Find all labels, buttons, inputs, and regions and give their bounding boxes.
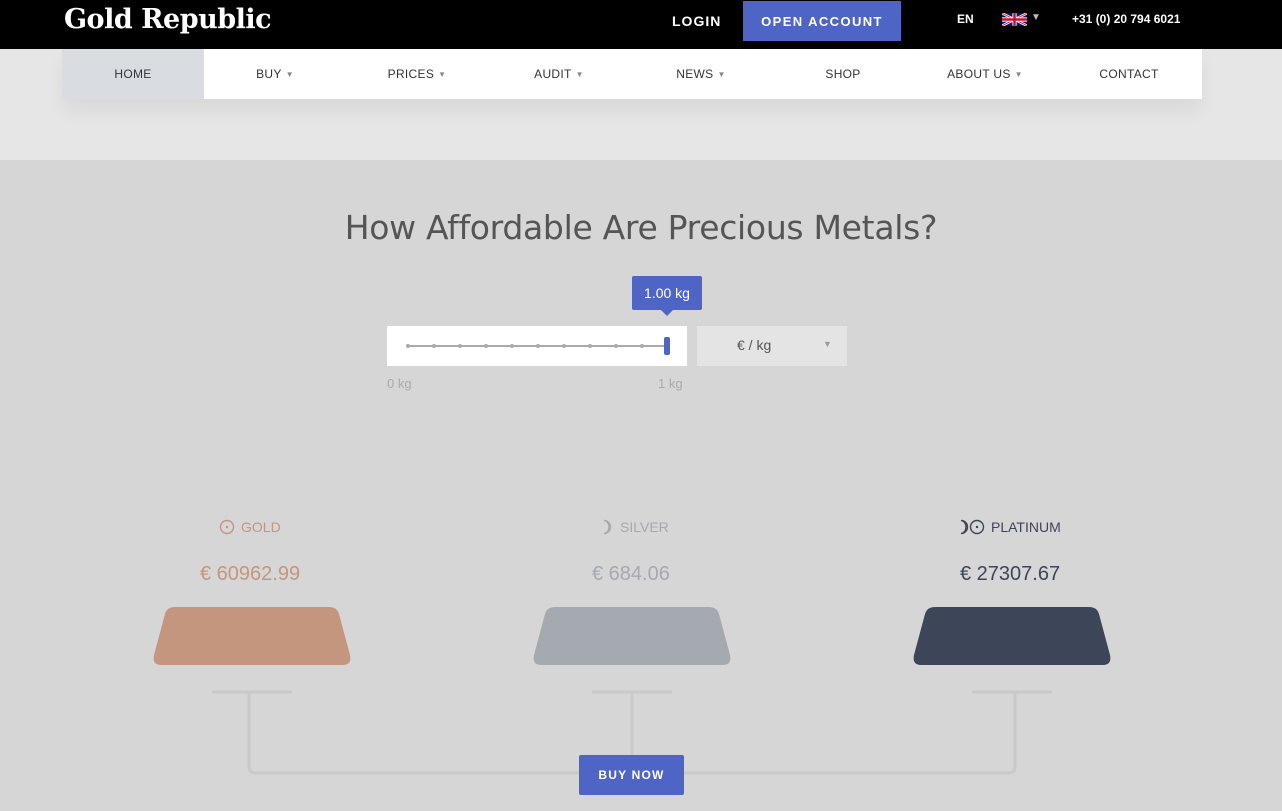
gold-label: GOLD — [219, 519, 281, 535]
top-bar: Gold Republic LOGIN OPEN ACCOUNT EN ▼ +3… — [0, 0, 1282, 49]
main-nav: HOME BUY ▼ PRICES ▼ AUDIT ▼ NEWS ▼ SHOP ABOU… — [62, 49, 1202, 99]
metal-name: PLATINUM — [991, 519, 1061, 535]
slider-tick — [562, 344, 566, 348]
silver-symbol-icon — [603, 519, 612, 535]
slider-value-tooltip: 1.00 kg — [632, 276, 702, 316]
nav-item-shop[interactable]: SHOP — [772, 49, 914, 99]
slider-max-label: 1 kg — [658, 376, 683, 391]
slider-tick — [432, 344, 436, 348]
phone-number[interactable]: +31 (0) 20 794 6021 — [1072, 12, 1180, 26]
gold-symbol-icon — [219, 519, 235, 535]
nav-item-prices[interactable]: PRICES ▼ — [346, 49, 488, 99]
metal-name: GOLD — [241, 519, 281, 535]
slider-tick — [458, 344, 462, 348]
slider-tick — [614, 344, 618, 348]
platinum-price: € 27307.67 — [960, 563, 1061, 585]
nav-item-label: ABOUT US — [947, 67, 1011, 81]
chevron-down-icon[interactable]: ▼ — [1031, 12, 1041, 23]
chevron-down-icon: ▼ — [823, 339, 832, 349]
nav-item-label: PRICES — [387, 67, 435, 81]
silver-price: € 684.06 — [592, 563, 670, 585]
chevron-down-icon: ▼ — [1014, 69, 1023, 79]
language-selector[interactable]: EN — [957, 12, 974, 26]
logo[interactable]: Gold Republic — [64, 4, 272, 35]
nav-item-label: SHOP — [825, 67, 861, 81]
platinum-label: PLATINUM — [959, 519, 1061, 535]
nav-item-audit[interactable]: AUDIT ▼ — [488, 49, 630, 99]
nav-item-buy[interactable]: BUY ▼ — [204, 49, 346, 99]
slider-handle[interactable] — [664, 337, 670, 355]
nav-item-news[interactable]: NEWS ▼ — [630, 49, 772, 99]
nav-item-contact[interactable]: CONTACT — [1056, 49, 1202, 99]
chevron-down-icon: ▼ — [717, 69, 726, 79]
slider-tick — [484, 344, 488, 348]
slider-tick — [406, 344, 410, 348]
gold-bar[interactable] — [153, 607, 351, 665]
nav-item-label: NEWS — [676, 67, 714, 81]
platinum-bar[interactable] — [913, 607, 1111, 665]
nav-item-label: CONTACT — [1099, 67, 1159, 81]
nav-item-about-us[interactable]: ABOUT US ▼ — [914, 49, 1056, 99]
page-title: How Affordable Are Precious Metals? — [344, 208, 938, 247]
silver-label: SILVER — [600, 519, 669, 535]
gold-price: € 60962.99 — [200, 563, 301, 585]
slider-tick — [588, 344, 592, 348]
unit-select-value: € / kg — [737, 337, 772, 353]
uk-flag-icon[interactable] — [1002, 13, 1027, 26]
slider-tick — [640, 344, 644, 348]
silver-bar[interactable] — [533, 607, 731, 665]
metal-name: SILVER — [620, 519, 669, 535]
weight-slider[interactable] — [387, 326, 687, 366]
slider-tick — [510, 344, 514, 348]
nav-item-label: BUY — [256, 67, 282, 81]
open-account-button[interactable]: OPEN ACCOUNT — [743, 1, 901, 41]
chevron-down-icon: ▼ — [575, 69, 584, 79]
slider-min-label: 0 kg — [387, 376, 412, 391]
nav-item-label: HOME — [114, 67, 152, 81]
buy-now-button[interactable]: BUY NOW — [579, 755, 684, 795]
chevron-down-icon: ▼ — [285, 69, 294, 79]
nav-item-label: AUDIT — [534, 67, 572, 81]
login-link[interactable]: LOGIN — [672, 13, 721, 29]
unit-select[interactable]: € / kg ▼ — [697, 326, 847, 366]
platinum-symbol-icon — [960, 519, 985, 535]
slider-tick — [536, 344, 540, 348]
chevron-down-icon: ▼ — [438, 69, 447, 79]
nav-item-home[interactable]: HOME — [62, 49, 204, 99]
